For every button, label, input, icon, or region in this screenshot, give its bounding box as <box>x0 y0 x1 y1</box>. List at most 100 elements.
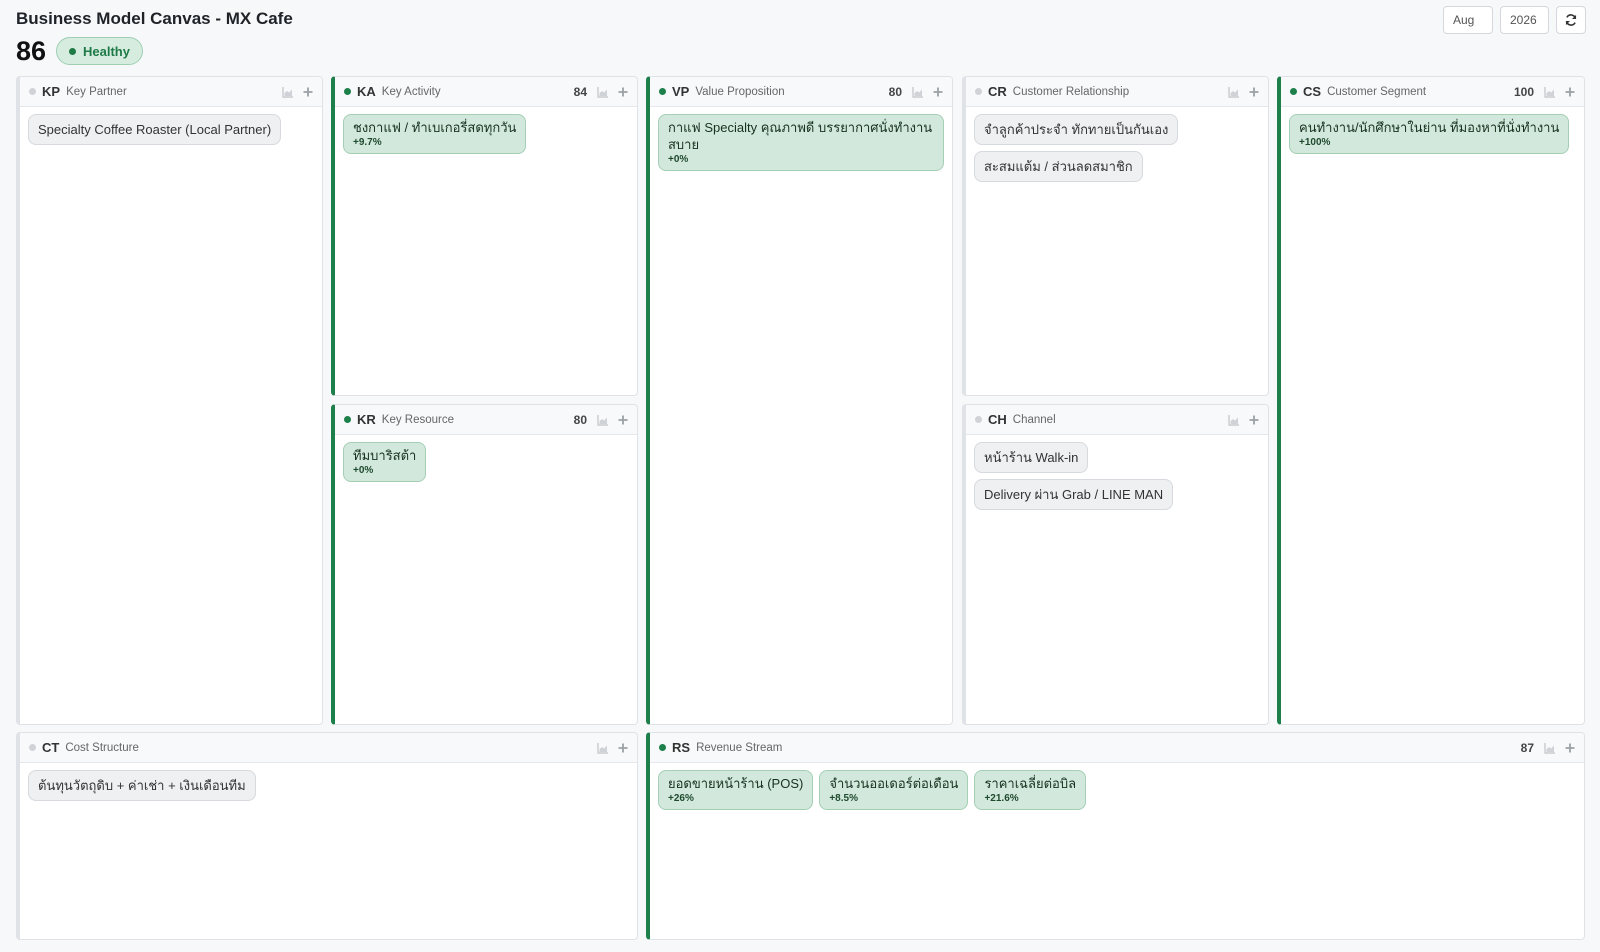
item-text: หน้าร้าน Walk-in <box>984 450 1079 465</box>
item-text: ชงกาแฟ / ทำเบเกอรี่สดทุกวัน <box>353 120 517 135</box>
item-chip[interactable]: หน้าร้าน Walk-in <box>974 442 1089 473</box>
add-item-button[interactable] <box>1564 742 1576 754</box>
plus-icon <box>618 87 628 96</box>
chart-button[interactable] <box>597 86 609 98</box>
block-code: KR <box>357 412 376 427</box>
block-score: 87 <box>1520 740 1534 755</box>
plus-icon <box>933 87 943 96</box>
month-select[interactable]: Aug <box>1443 6 1493 34</box>
item-chip[interactable]: สะสมแต้ม / ส่วนลดสมาชิก <box>974 151 1143 182</box>
year-select[interactable]: 2026 <box>1500 6 1549 34</box>
item-change: +21.6% <box>984 793 1019 804</box>
block-code: CT <box>42 740 60 755</box>
item-text: จำลูกค้าประจำ ทักทายเป็นกันเอง <box>984 122 1169 137</box>
plus-icon <box>1249 415 1259 424</box>
block-key-partner: KP Key Partner Specialty Coffee Roaster (L… <box>16 76 323 725</box>
chart-button[interactable] <box>1228 414 1240 426</box>
health-dot-icon <box>69 47 76 55</box>
refresh-button[interactable] <box>1556 6 1586 34</box>
plus-icon <box>1249 87 1259 96</box>
block-actions: 87 <box>1521 741 1576 755</box>
plus-icon <box>303 87 313 96</box>
block-key-resource: KR Key Resource 80 ทีมบาริสต้า +0% <box>331 404 638 725</box>
status-dot-icon <box>29 744 36 751</box>
block-actions <box>1218 86 1260 98</box>
add-item-button[interactable] <box>932 86 944 98</box>
block-cost-structure: CT Cost Structure ต้นทุนวัตถุดิบ + ค่าเช่า… <box>16 732 638 940</box>
item-text: คนทำงาน/นักศึกษาในย่าน ที่มองหาที่นั่งทำ… <box>1299 120 1560 135</box>
block-actions: 84 <box>574 85 629 99</box>
chart-button[interactable] <box>597 742 609 754</box>
plus-icon <box>1565 87 1575 96</box>
block-name: Key Activity <box>381 85 441 98</box>
chart-button[interactable] <box>282 86 294 98</box>
bmc-page: Business Model Canvas - MX Cafe 86 Healt… <box>0 0 1600 952</box>
block-header: VP Value Proposition 80 <box>650 77 952 107</box>
item-chip[interactable]: ชงกาแฟ / ทำเบเกอรี่สดทุกวัน +9.7% <box>343 114 527 154</box>
item-text: Specialty Coffee Roaster (Local Partner) <box>38 122 272 137</box>
item-chip[interactable]: กาแฟ Specialty คุณภาพดี บรรยากาศนั่งทำงา… <box>658 114 944 171</box>
block-name: Cost Structure <box>65 741 139 754</box>
block-actions <box>587 742 629 754</box>
item-chip[interactable]: ราคาเฉลี่ยต่อบิล +21.6% <box>974 770 1087 810</box>
block-header: CS Customer Segment 100 <box>1281 77 1584 107</box>
status-dot-icon <box>1290 88 1297 95</box>
block-header: CT Cost Structure <box>20 733 637 763</box>
block-body: ยอดขายหน้าร้าน (POS) +26% จำนวนออเดอร์ต่อเ… <box>650 763 1584 817</box>
block-code: CS <box>1303 84 1322 99</box>
block-name: Value Proposition <box>695 85 785 98</box>
chart-button[interactable] <box>1544 86 1556 98</box>
add-item-button[interactable] <box>1564 86 1576 98</box>
add-item-button[interactable] <box>1248 414 1260 426</box>
status-dot-icon <box>975 88 982 95</box>
add-item-button[interactable] <box>617 742 629 754</box>
item-text: Delivery ผ่าน Grab / LINE MAN <box>984 487 1164 502</box>
add-item-button[interactable] <box>617 86 629 98</box>
block-body: ต้นทุนวัตถุดิบ + ค่าเช่า + เงินเดือนทีม <box>20 763 637 808</box>
block-header: KP Key Partner <box>20 77 322 107</box>
item-change: +26% <box>668 793 694 804</box>
add-item-button[interactable] <box>617 414 629 426</box>
chart-icon <box>912 86 923 98</box>
chart-button[interactable] <box>1228 86 1240 98</box>
add-item-button[interactable] <box>1248 86 1260 98</box>
chart-button[interactable] <box>912 86 924 98</box>
chart-icon <box>1228 414 1239 426</box>
block-header: KR Key Resource 80 <box>335 405 637 435</box>
block-code: KA <box>357 84 376 99</box>
item-chip[interactable]: Specialty Coffee Roaster (Local Partner) <box>28 114 282 145</box>
item-chip[interactable]: Delivery ผ่าน Grab / LINE MAN <box>974 479 1174 510</box>
item-change: +0% <box>353 465 374 476</box>
item-text: ต้นทุนวัตถุดิบ + ค่าเช่า + เงินเดือนทีม <box>38 778 246 793</box>
item-change: +100% <box>1299 137 1331 148</box>
chart-icon <box>1228 86 1239 98</box>
chart-icon <box>597 86 608 98</box>
chart-button[interactable] <box>1544 742 1556 754</box>
chart-button[interactable] <box>597 414 609 426</box>
overall-score: 86 <box>16 36 47 66</box>
block-body: ชงกาแฟ / ทำเบเกอรี่สดทุกวัน +9.7% <box>335 107 637 161</box>
add-item-button[interactable] <box>302 86 314 98</box>
block-score: 84 <box>573 84 587 99</box>
item-text: สะสมแต้ม / ส่วนลดสมาชิก <box>984 159 1133 174</box>
item-change: +0% <box>668 154 689 165</box>
page-title: Business Model Canvas - MX Cafe <box>16 9 293 28</box>
item-chip[interactable]: จำลูกค้าประจำ ทักทายเป็นกันเอง <box>974 114 1179 145</box>
item-chip[interactable]: ยอดขายหน้าร้าน (POS) +26% <box>658 770 814 810</box>
item-text: ยอดขายหน้าร้าน (POS) <box>668 776 804 791</box>
item-chip[interactable]: ทีมบาริสต้า +0% <box>343 442 427 482</box>
item-chip[interactable]: คนทำงาน/นักศึกษาในย่าน ที่มองหาที่นั่งทำ… <box>1289 114 1570 154</box>
item-text: ราคาเฉลี่ยต่อบิล <box>984 776 1077 791</box>
block-key-activity: KA Key Activity 84 ชงกาแฟ / ทำเบเกอรี่สดทุก… <box>331 76 638 396</box>
block-code: KP <box>42 84 61 99</box>
block-score: 100 <box>1513 84 1534 99</box>
block-revenue-stream: RS Revenue Stream 87 ยอดขายหน้าร้าน (POS) +2… <box>646 732 1585 940</box>
block-customer-segment: CS Customer Segment 100 คนทำงาน/นักศึกษาในย… <box>1277 76 1585 725</box>
block-actions <box>272 86 314 98</box>
chart-icon <box>597 742 608 754</box>
plus-icon <box>1565 743 1575 752</box>
block-score: 80 <box>888 84 902 99</box>
chart-icon <box>1544 742 1555 754</box>
item-chip[interactable]: จำนวนออเดอร์ต่อเดือน +8.5% <box>819 770 969 810</box>
item-chip[interactable]: ต้นทุนวัตถุดิบ + ค่าเช่า + เงินเดือนทีม <box>28 770 256 801</box>
